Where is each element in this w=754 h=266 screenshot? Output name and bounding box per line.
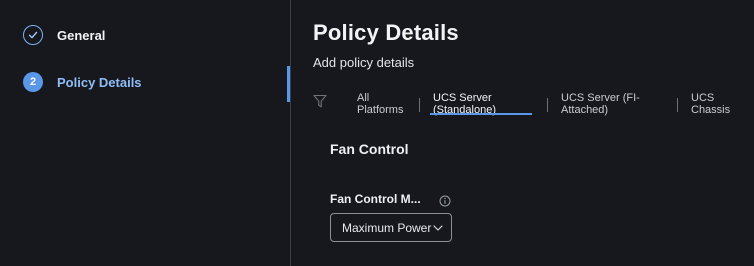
fan-control-mode-select[interactable]: Maximum Power (330, 213, 452, 242)
step-general[interactable]: General (23, 25, 105, 45)
tab-ucs-chassis[interactable]: UCS Chassis (691, 92, 730, 116)
info-icon[interactable] (439, 195, 451, 207)
tab-ucs-server-fi-attached[interactable]: UCS Server (FI- Attached) (561, 92, 640, 116)
tab-label-line-1: UCS Server (FI- (561, 92, 640, 104)
tab-label-line-2: Chassis (691, 104, 731, 116)
tab-label-line-1: UCS Server (433, 92, 492, 104)
step-number-badge: 2 (23, 72, 43, 92)
step-label-policy-details: Policy Details (57, 74, 142, 90)
tab-label-line-1: UCS (691, 92, 715, 104)
policy-wizard: General 2 Policy Details Policy Details … (0, 0, 754, 266)
panel-divider (290, 0, 291, 266)
fan-control-mode-value: Maximum Power (342, 220, 432, 235)
step-policy-details[interactable]: 2 Policy Details (23, 72, 142, 92)
fan-control-mode-label: Fan Control M... (330, 192, 421, 206)
step-completed-indicator (23, 25, 43, 45)
tab-label-line-2: Attached) (561, 104, 609, 116)
filter-icon[interactable] (313, 94, 327, 108)
check-icon (28, 31, 38, 39)
page-subtitle: Add policy details (313, 55, 415, 70)
page-title: Policy Details (313, 20, 459, 45)
chevron-down-icon (433, 225, 443, 231)
tab-separator (677, 98, 678, 112)
tab-selected-underline (430, 113, 532, 115)
tab-separator (419, 98, 420, 112)
tab-separator (547, 98, 548, 112)
tab-all-platforms[interactable]: All Platforms (357, 92, 413, 116)
wizard-stepper: General 2 Policy Details (0, 0, 290, 266)
section-title-fan-control: Fan Control (330, 141, 409, 157)
step-label-general: General (57, 27, 106, 43)
